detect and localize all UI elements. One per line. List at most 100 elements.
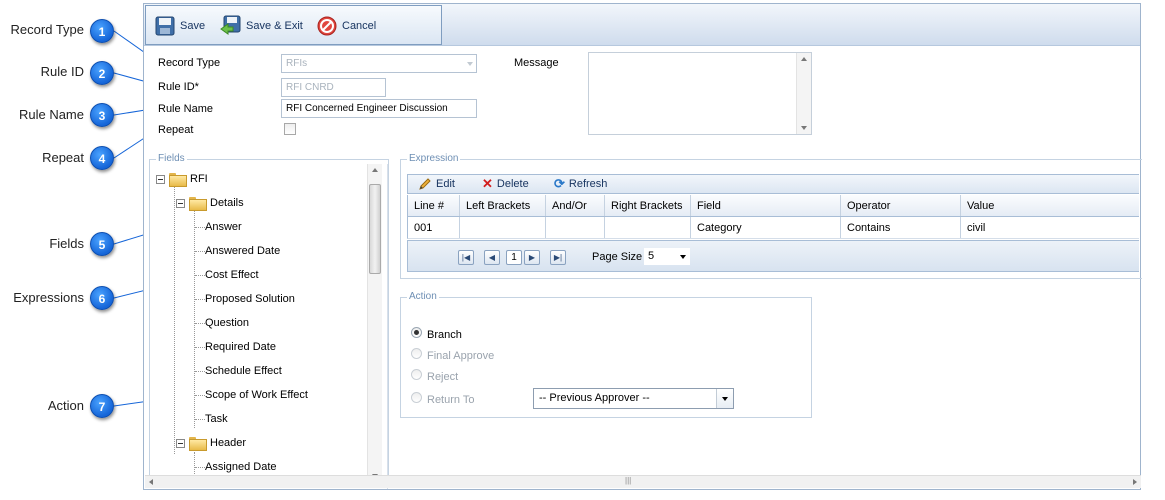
column-header-right-brackets[interactable]: Right Brackets xyxy=(605,195,691,216)
cancel-button[interactable]: Cancel xyxy=(316,14,376,38)
delete-x-icon: ✕ xyxy=(482,176,493,191)
reject-radio[interactable] xyxy=(411,369,422,380)
cell-value: civil xyxy=(967,222,986,234)
branch-radio[interactable] xyxy=(411,327,422,338)
expression-legend: Expression xyxy=(407,153,461,164)
horizontal-scrollbar[interactable]: ||| xyxy=(145,475,1141,488)
return-to-select[interactable]: -- Previous Approver -- xyxy=(533,388,734,409)
return-to-radio-label: Return To xyxy=(427,394,475,406)
tree-leaf[interactable]: Assigned Date xyxy=(195,458,277,476)
callout-badge-4: 4 xyxy=(90,146,114,170)
tree-connector xyxy=(195,347,205,348)
cancel-button-label: Cancel xyxy=(342,20,377,32)
tree-leaf-label: Scope of Work Effect xyxy=(205,389,308,401)
chevron-down-icon xyxy=(680,255,686,259)
rule-name-field[interactable]: RFI Concerned Engineer Discussion xyxy=(281,99,477,118)
pencil-icon xyxy=(419,178,431,190)
tree-leaf-label: Assigned Date xyxy=(205,461,277,473)
message-label: Message xyxy=(514,57,559,69)
save-button[interactable]: Save xyxy=(154,14,205,38)
callout-label-rule-id: Rule ID xyxy=(40,64,84,79)
scroll-down-icon xyxy=(801,126,807,130)
tree-node-header[interactable]: Header xyxy=(176,434,246,452)
cell-line: 001 xyxy=(408,217,460,238)
rule-name-label: Rule Name xyxy=(158,103,214,115)
fields-legend: Fields xyxy=(156,153,187,164)
cell-left-brackets xyxy=(460,217,546,238)
refresh-button-label: Refresh xyxy=(568,178,608,190)
callout-label-action: Action xyxy=(47,398,84,413)
tree-leaf[interactable]: Question xyxy=(195,314,250,332)
message-scrollbar[interactable] xyxy=(796,53,811,134)
final-approve-radio[interactable] xyxy=(411,348,422,359)
tree-leaf-label: Proposed Solution xyxy=(205,293,295,305)
scroll-up-icon xyxy=(372,168,378,172)
tree-leaf-label: Cost Effect xyxy=(205,269,259,281)
tree-connector xyxy=(195,275,205,276)
tree-leaf[interactable]: Answered Date xyxy=(195,242,281,260)
tree-guide xyxy=(174,184,175,454)
tree-leaf[interactable]: Scope of Work Effect xyxy=(195,386,308,404)
delete-button[interactable]: ✕ Delete xyxy=(482,177,529,191)
next-page-button[interactable]: ▶ xyxy=(524,250,540,265)
column-header-value[interactable]: Value xyxy=(961,195,1140,216)
record-type-select[interactable]: RFIs xyxy=(281,54,477,73)
cell-right-brackets xyxy=(605,217,691,238)
rule-editor-window: Save Save & Exit Cancel Record Type RFIs… xyxy=(143,3,1142,490)
callout-label-record-type: Record Type xyxy=(10,22,84,37)
save-and-exit-button[interactable]: Save & Exit xyxy=(220,14,303,38)
page-number[interactable]: 1 xyxy=(506,250,522,265)
tree-connector xyxy=(195,299,205,300)
tree-leaf[interactable]: Answer xyxy=(195,218,242,236)
column-header-and-or[interactable]: And/Or xyxy=(546,195,605,216)
column-header-left-brackets[interactable]: Left Brackets xyxy=(460,195,546,216)
first-page-button[interactable]: |◀ xyxy=(458,250,474,265)
tree-connector xyxy=(195,323,205,324)
collapse-icon[interactable] xyxy=(156,174,165,184)
tree-leaf[interactable]: Required Date xyxy=(195,338,276,356)
prev-page-button[interactable]: ◀ xyxy=(484,250,500,265)
tree-node-label: Details xyxy=(210,197,244,209)
tree-leaf-label: Schedule Effect xyxy=(205,365,282,377)
tree-leaf-label: Question xyxy=(205,317,250,329)
folder-icon xyxy=(189,197,207,211)
tree-leaf[interactable]: Task xyxy=(195,410,228,428)
tree-connector xyxy=(195,251,205,252)
tree-leaf[interactable]: Schedule Effect xyxy=(195,362,282,380)
folder-icon xyxy=(189,437,207,451)
scrollbar-thumb[interactable] xyxy=(369,184,381,274)
return-to-radio[interactable] xyxy=(411,392,422,403)
tree-node-details[interactable]: Details xyxy=(176,194,244,212)
tree-node-rfi[interactable]: RFI xyxy=(156,170,208,188)
column-header-line[interactable]: Line # xyxy=(408,195,460,216)
collapse-icon[interactable] xyxy=(176,198,185,208)
table-row[interactable]: 001 Category Contains civil xyxy=(407,217,1139,239)
column-header-field[interactable]: Field xyxy=(691,195,841,216)
tree-node-label: Header xyxy=(210,437,247,449)
scroll-left-icon xyxy=(149,479,153,485)
save-exit-button-label: Save & Exit xyxy=(246,20,303,32)
cancel-icon xyxy=(316,15,338,37)
page-size-select[interactable]: 5 xyxy=(644,248,690,265)
record-type-label: Record Type xyxy=(158,57,221,69)
tree-leaf[interactable]: Cost Effect xyxy=(195,266,259,284)
column-header-operator[interactable]: Operator xyxy=(841,195,961,216)
folder-icon xyxy=(169,173,187,187)
cell-and-or xyxy=(546,217,605,238)
rule-id-field[interactable]: RFI CNRD xyxy=(281,78,386,97)
chevron-down-icon xyxy=(716,389,733,408)
chevron-down-icon xyxy=(467,62,473,66)
tree-leaf[interactable]: Proposed Solution xyxy=(195,290,295,308)
edit-button[interactable]: Edit xyxy=(418,177,455,191)
fields-scrollbar[interactable] xyxy=(367,164,382,482)
tree-leaf-label: Answered Date xyxy=(205,245,281,257)
repeat-checkbox[interactable] xyxy=(284,123,296,135)
refresh-icon: ⟳ xyxy=(554,176,565,191)
page-number-value: 1 xyxy=(511,252,517,263)
delete-button-label: Delete xyxy=(496,178,529,190)
tree-connector xyxy=(195,371,205,372)
last-page-button[interactable]: ▶| xyxy=(550,250,566,265)
message-textarea[interactable] xyxy=(588,52,812,135)
collapse-icon[interactable] xyxy=(176,438,185,448)
refresh-button[interactable]: ⟳ Refresh xyxy=(554,177,607,191)
